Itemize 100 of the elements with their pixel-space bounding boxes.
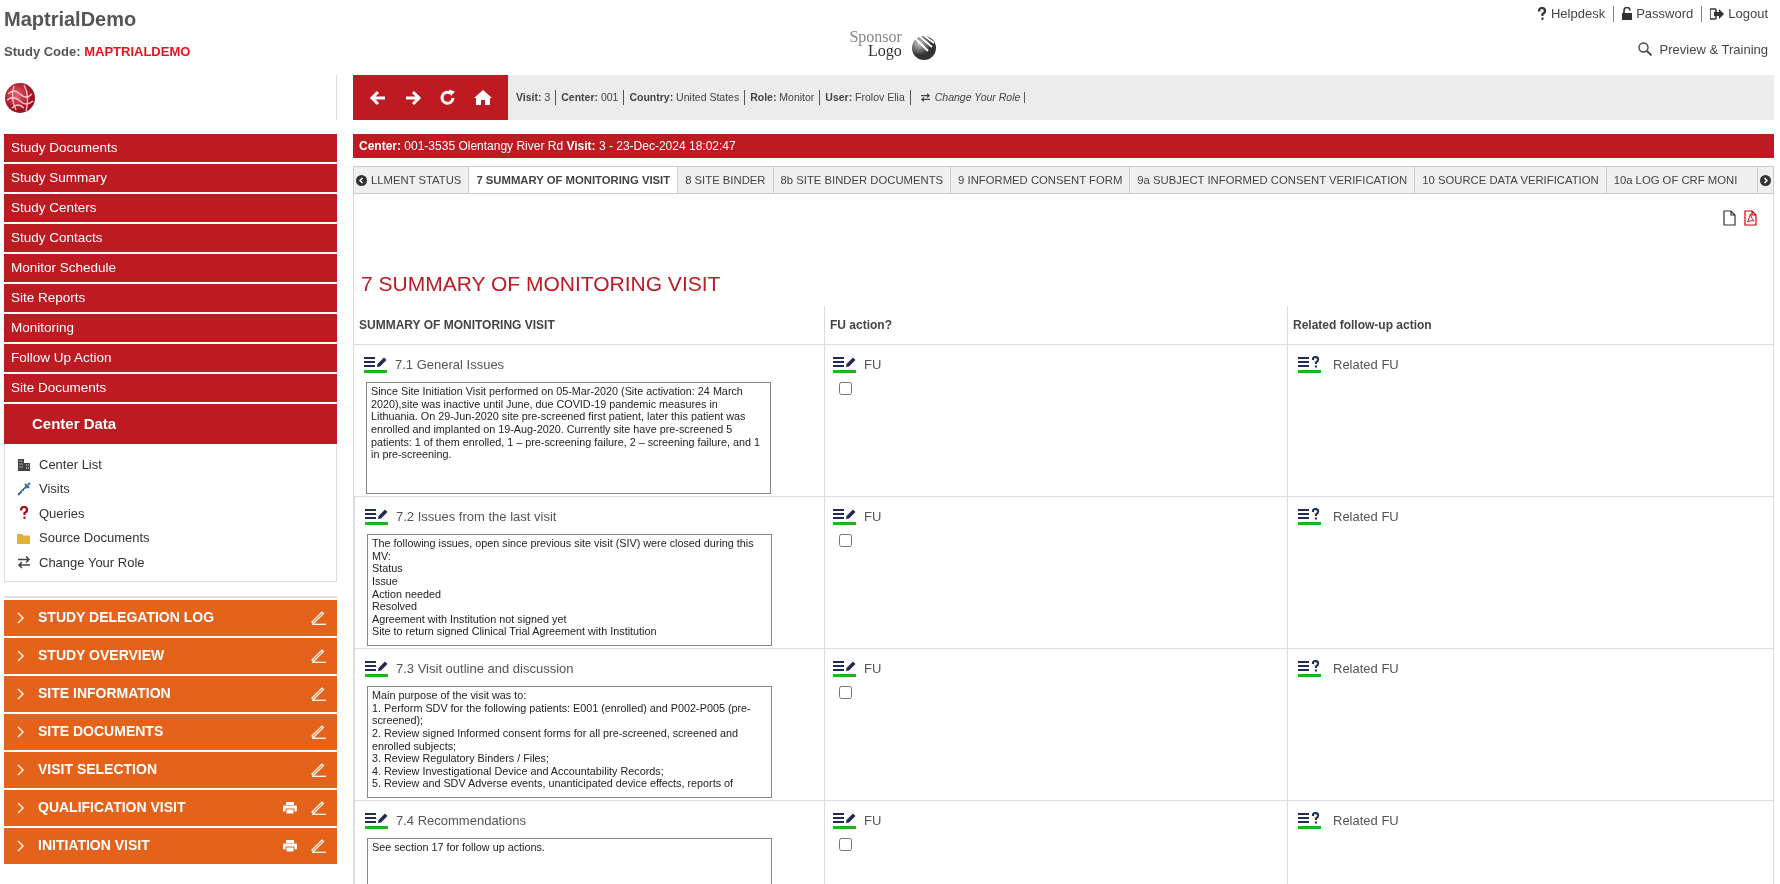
pencil-icon[interactable] [311, 800, 327, 815]
pencil-icon[interactable] [311, 686, 327, 701]
edit-button[interactable] [365, 507, 388, 525]
edit-button[interactable] [365, 811, 388, 829]
sidebar-menu-item[interactable]: Site Documents [4, 374, 337, 402]
checkbox[interactable] [839, 838, 852, 851]
sidebar-link[interactable]: Change Your Role [5, 550, 336, 575]
pencil-icon[interactable] [311, 762, 327, 777]
list-edit-icon [833, 811, 856, 824]
pencil-icon[interactable] [311, 838, 327, 853]
checkbox[interactable] [839, 686, 852, 699]
query-button[interactable] [1298, 355, 1321, 373]
sidebar-link[interactable]: Center List [5, 452, 336, 477]
edit-button[interactable] [833, 811, 856, 829]
logout-icon [1710, 7, 1725, 20]
text-area[interactable]: See section 17 for follow up actions. [367, 838, 772, 884]
pencil-icon[interactable] [311, 724, 327, 739]
field-label: Related FU [1333, 507, 1399, 526]
field-label: FU [864, 507, 882, 526]
list-query-icon [1298, 811, 1321, 824]
row-label: 7.4 Recommendations [396, 811, 527, 830]
document-icon[interactable] [1723, 210, 1736, 226]
sponsor-logo: Sponsor Logo [849, 12, 938, 75]
list-edit-icon [833, 507, 856, 520]
section-title: 7 SUMMARY OF MONITORING VISIT [361, 271, 722, 297]
field-label: Related FU [1333, 659, 1399, 678]
header-link[interactable]: Logout [1710, 4, 1768, 24]
query-button[interactable] [1298, 507, 1321, 525]
field-label: FU [864, 659, 882, 678]
list-edit-icon [833, 355, 856, 368]
edit-button[interactable] [833, 507, 856, 525]
checkbox[interactable] [839, 534, 852, 547]
search-icon [1637, 42, 1652, 57]
row-label: 7.3 Visit outline and discussion [396, 659, 574, 678]
section-header: Center Data [4, 404, 337, 444]
question-icon [1536, 6, 1547, 21]
list-edit-icon [364, 355, 387, 368]
chevron-icon [17, 839, 24, 852]
sidebar-menu-item[interactable]: Site Reports [4, 284, 337, 312]
tab[interactable]: 7 SUMMARY OF MONITORING VISIT [469, 167, 679, 193]
row-label: 7.2 Issues from the last visit [396, 507, 557, 526]
text-area[interactable]: The following issues, open since previous site visit (SIV) were closed during this MV: Status Issue Action needed Resolved Agreement with Institution not signed yet Site to return signed Clinical Trial Agreement with Institution [367, 534, 772, 646]
chevron-left-icon [356, 174, 367, 186]
header-link[interactable]: Password [1622, 4, 1694, 24]
header-link[interactable]: Helpdesk [1536, 4, 1606, 24]
list-edit-icon [365, 659, 388, 672]
chevron-icon [17, 687, 24, 700]
chevron-icon [17, 611, 24, 624]
column-header: SUMMARY OF MONITORING VISIT [354, 305, 824, 345]
pdf-icon[interactable] [1744, 210, 1757, 226]
edit-button[interactable] [365, 659, 388, 677]
change-role-link[interactable]: Change Your Role [919, 89, 1021, 106]
chevron-icon [17, 801, 24, 814]
field-label: Related FU [1333, 811, 1399, 830]
chevron-icon [17, 763, 24, 776]
preview-link[interactable]: Preview & Training [1637, 39, 1768, 59]
field-label: FU [864, 811, 882, 830]
tab[interactable]: LLMENT STATUS [369, 167, 470, 193]
edit-button[interactable] [364, 355, 387, 373]
row-label: 7.1 General Issues [395, 355, 505, 374]
question-icon [17, 506, 31, 521]
checkbox[interactable] [839, 382, 852, 395]
pencil-icon[interactable] [311, 648, 327, 663]
sidebar-menu-item[interactable]: Study Documents [4, 134, 337, 162]
list-query-icon [1298, 659, 1321, 672]
syringe-icon [17, 481, 31, 496]
swap-icon [919, 93, 931, 102]
study-code: Study Code: MAPTRIALDEMO [4, 43, 191, 61]
lock-icon [1622, 7, 1633, 21]
printer-icon [283, 839, 297, 852]
swap-icon [17, 555, 31, 570]
globe-logo [4, 81, 36, 114]
sidebar-menu-item[interactable]: Study Contacts [4, 224, 337, 252]
sidebar-link[interactable]: Visits [5, 476, 336, 501]
home-icon [472, 87, 493, 108]
sidebar-menu-item[interactable]: Monitoring [4, 314, 337, 342]
pencil-icon[interactable] [311, 610, 327, 625]
field-label: FU [864, 355, 882, 374]
column-header: FU action? [824, 305, 1287, 345]
column-header: Related follow-up action [1287, 305, 1773, 345]
text-area[interactable]: Main purpose of the visit was to: 1. Perform SDV for the following patients: E001 (enrolled) and P002-P005 (pre-screened); 2. Review signed Informed consent forms for all pre-screened, screened and enrolled subjects; 3. Review Regulatory Binders / Files; 4. Review Investigational Device and Accountability Records; 5. Review and SDV Adverse events, unanticipated device effects, reports of [367, 686, 772, 798]
sidebar-menu-item[interactable]: Monitor Schedule [4, 254, 337, 282]
center-info-bar: Center: 001-3535 Olentangy River Rd Visit: 3 - 23-Dec-2024 18:02:47 [353, 134, 1774, 158]
chevron-icon [17, 649, 24, 662]
sidebar-menu-item[interactable]: Study Summary [4, 164, 337, 192]
query-button[interactable] [1298, 659, 1321, 677]
sidebar-menu-item[interactable]: Follow Up Action [4, 344, 337, 372]
edit-button[interactable] [833, 355, 856, 373]
sidebar-menu-item[interactable]: Study Centers [4, 194, 337, 222]
printer-icon [283, 801, 297, 814]
home-button[interactable] [472, 87, 493, 108]
field-label: Related FU [1333, 355, 1399, 374]
text-area[interactable]: Since Site Initiation Visit performed on 05-Mar-2020 (Site activation: 24 March 2020),site was inactive until June, due COVID-19 pandemic measures in Lithuania. On 29-Jun-2020 site pre-screened first patient, later this patient was enrolled and implanted on 19-Aug-2020. Currently site have pre-screened 5 patients: 1 of them enrolled, 1 – pre-screening failure, 2 – screening failure, and 1 in pre-screening. [366, 382, 771, 494]
list-query-icon [1298, 355, 1321, 368]
list-edit-icon [365, 507, 388, 520]
sidebar-link[interactable]: Queries [5, 501, 336, 526]
query-button[interactable] [1298, 811, 1321, 829]
sidebar-link[interactable]: Source Documents [5, 525, 336, 550]
chevron-icon [17, 725, 24, 738]
edit-button[interactable] [833, 659, 856, 677]
